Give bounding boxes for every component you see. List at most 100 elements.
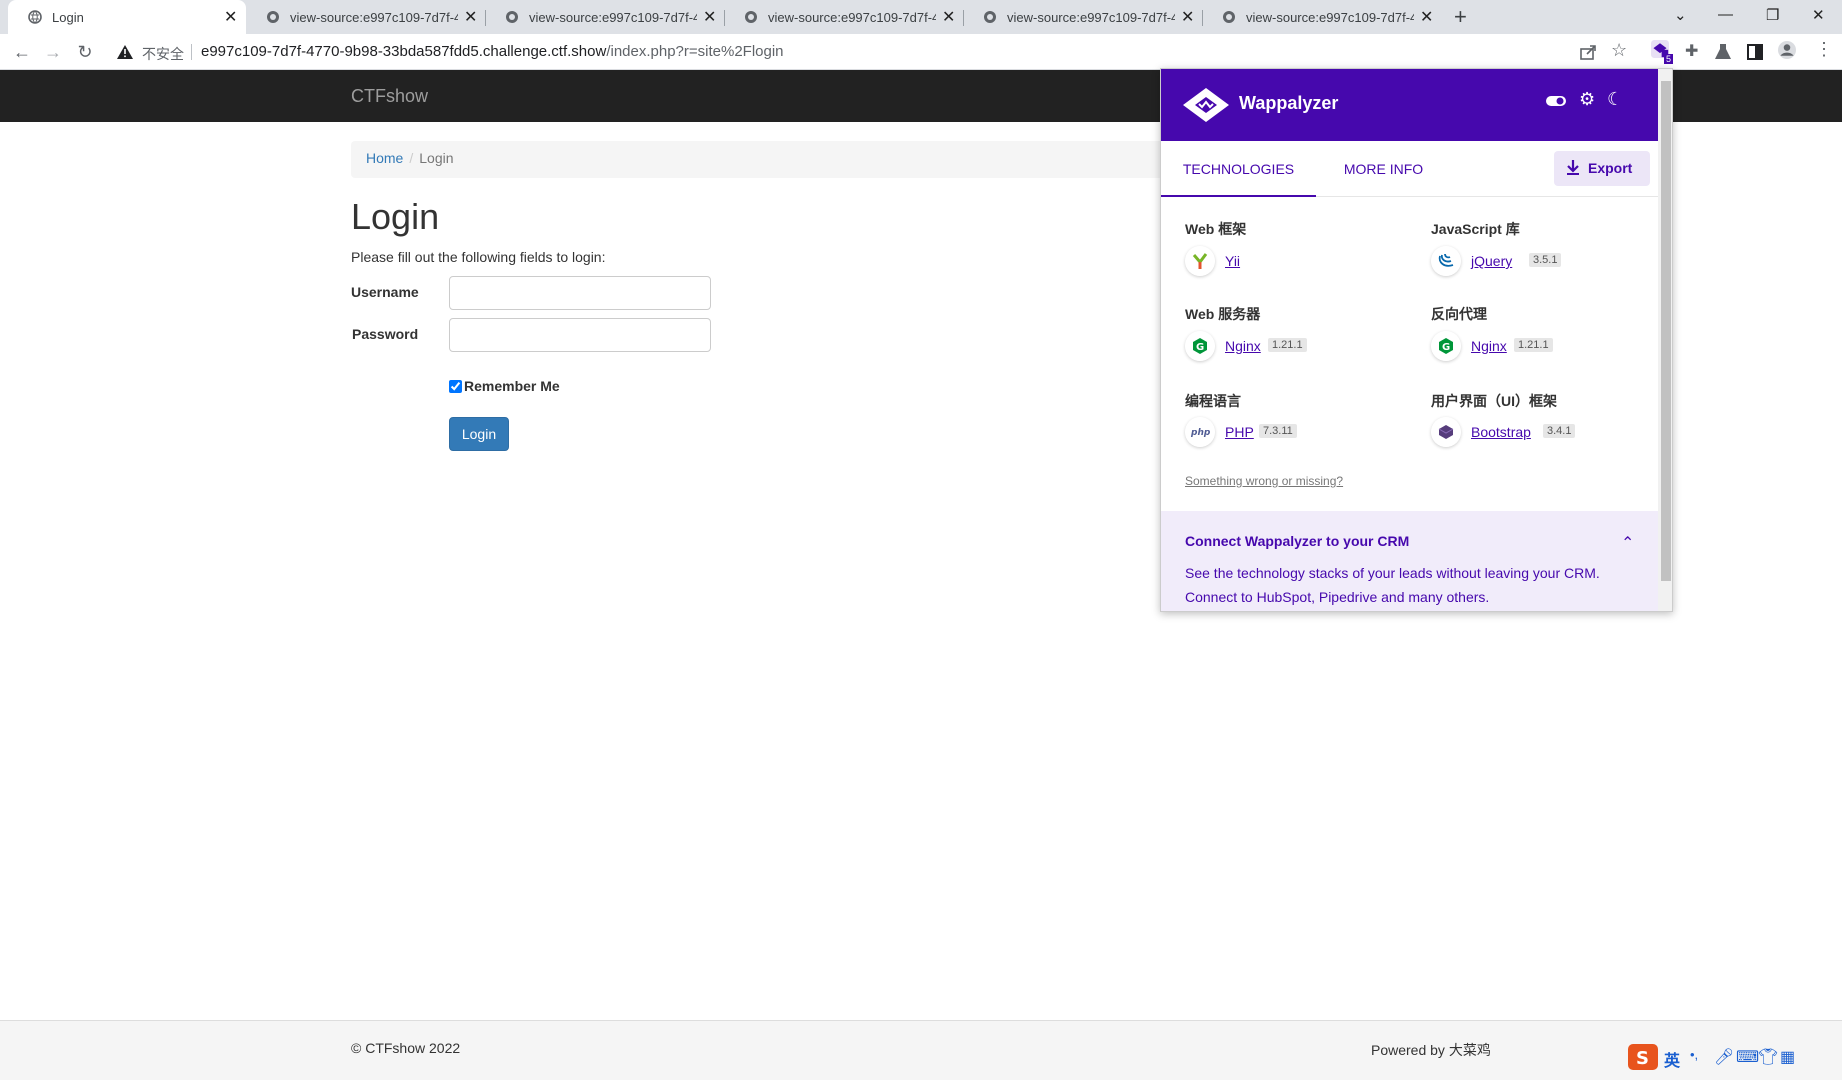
category-web-framework: Web 框架 (1185, 221, 1247, 237)
globe-icon (267, 11, 279, 23)
tech-bootstrap[interactable]: Bootstrap 3.4.1 (1431, 417, 1631, 447)
address-bar[interactable]: 不安全 e997c109-7d7f-4770-9b98-33bda587fdd5… (107, 38, 1647, 66)
password-input[interactable] (449, 318, 711, 352)
category-web-server: Web 服务器 (1185, 306, 1261, 322)
tab-login[interactable]: Login ✕ (8, 0, 246, 34)
svg-text:php: php (1190, 428, 1211, 438)
side-panel-icon[interactable] (1746, 43, 1764, 61)
profile-avatar-icon[interactable] (1778, 41, 1796, 59)
username-input[interactable] (449, 276, 711, 310)
tab-search-icon[interactable]: ⌄ (1674, 6, 1687, 24)
report-missing-link[interactable]: Something wrong or missing? (1185, 474, 1343, 488)
wappalyzer-title: Wappalyzer (1239, 93, 1339, 113)
site-brand[interactable]: CTFshow (351, 86, 428, 107)
keyboard-icon[interactable]: ⌨︎ (1736, 1047, 1759, 1067)
tab-view-source[interactable]: view-source:e997c109-7d7f-47 ✕ (724, 0, 962, 34)
url-host: e997c109-7d7f-4770-9b98-33bda587fdd5.cha… (201, 43, 607, 60)
puzzle-icon[interactable]: ✚ (1685, 41, 1703, 60)
bootstrap-icon (1431, 417, 1461, 447)
skin-icon[interactable]: 👕︎ (1758, 1047, 1778, 1067)
tech-nginx-proxy[interactable]: G Nginx 1.21.1 (1431, 331, 1631, 361)
export-label: Export (1588, 160, 1633, 176)
export-button[interactable]: Export (1554, 151, 1650, 186)
tech-name[interactable]: Bootstrap (1471, 424, 1531, 440)
wappalyzer-header: Wappalyzer ⚙ ☾ (1161, 69, 1658, 141)
close-window-button[interactable]: ✕ (1812, 6, 1825, 24)
forward-icon[interactable]: → (43, 42, 63, 62)
globe-icon (745, 11, 757, 23)
category-javascript-library: JavaScript 库 (1431, 221, 1520, 237)
tab-title: view-source:e997c109-7d7f-47 (529, 10, 697, 25)
new-tab-button[interactable]: + (1454, 4, 1467, 30)
close-icon[interactable]: ✕ (1420, 7, 1433, 27)
dark-mode-moon-icon[interactable]: ☾ (1607, 89, 1623, 110)
category-ui-framework: 用户界面（UI）框架 (1431, 393, 1557, 409)
username-label: Username (351, 284, 419, 300)
popup-scrollbar[interactable] (1658, 69, 1672, 611)
tab-view-source[interactable]: view-source:e997c109-7d7f-47 ✕ (485, 0, 723, 34)
tech-name[interactable]: jQuery (1471, 253, 1512, 269)
close-icon[interactable]: ✕ (703, 7, 716, 27)
reload-icon[interactable]: ↻ (75, 42, 95, 62)
tech-name[interactable]: PHP (1225, 424, 1254, 440)
globe-icon (28, 10, 42, 24)
nginx-icon: G (1431, 331, 1461, 361)
category-reverse-proxy: 反向代理 (1431, 306, 1487, 322)
share-icon[interactable] (1579, 43, 1597, 61)
tab-more-info[interactable]: MORE INFO (1316, 141, 1451, 197)
crm-promo-section: Connect Wappalyzer to your CRM ⌃ See the… (1161, 511, 1658, 611)
tab-view-source[interactable]: view-source:e997c109-7d7f-47 ✕ (1202, 0, 1440, 34)
php-icon: php (1185, 417, 1215, 447)
tech-version-badge: 1.21.1 (1514, 338, 1553, 352)
tab-technologies[interactable]: TECHNOLOGIES (1161, 141, 1316, 197)
login-button[interactable]: Login (449, 417, 509, 451)
back-icon[interactable]: ← (12, 42, 32, 62)
microphone-icon[interactable]: 🎤︎ (1714, 1047, 1734, 1067)
tab-title: view-source:e997c109-7d7f-47 (1246, 10, 1414, 25)
tech-nginx-server[interactable]: G Nginx 1.21.1 (1185, 331, 1385, 361)
settings-gear-icon[interactable]: ⚙ (1579, 89, 1595, 110)
bookmark-star-icon[interactable]: ☆ (1611, 40, 1629, 60)
tech-version-badge: 3.5.1 (1529, 253, 1562, 267)
toolbox-icon[interactable]: ▦ (1780, 1047, 1795, 1067)
breadcrumb-home-link[interactable]: Home (366, 150, 403, 166)
toggle-icon[interactable] (1546, 94, 1566, 108)
tech-php[interactable]: php PHP 7.3.11 (1185, 417, 1385, 447)
wappalyzer-popup: Wappalyzer ⚙ ☾ TECHNOLOGIES MORE INFO Ex… (1160, 68, 1673, 612)
tech-name[interactable]: Yii (1225, 253, 1240, 269)
url-text: e997c109-7d7f-4770-9b98-33bda587fdd5.cha… (201, 43, 784, 60)
restore-button[interactable]: ❐ (1766, 6, 1779, 24)
tab-title: view-source:e997c109-7d7f-47 (1007, 10, 1175, 25)
copyright-text: © CTFshow 2022 (351, 1040, 461, 1056)
remember-me-checkbox[interactable] (449, 380, 462, 393)
remember-me-row[interactable]: Remember Me (449, 378, 560, 394)
close-icon[interactable]: ✕ (464, 7, 477, 27)
tech-yii[interactable]: Yii (1185, 246, 1385, 276)
close-icon[interactable]: ✕ (224, 7, 237, 27)
close-icon[interactable]: ✕ (1181, 7, 1194, 27)
nginx-icon: G (1185, 331, 1215, 361)
site-footer: © CTFshow 2022 Powered by 大菜鸡 (0, 1020, 1842, 1080)
category-programming-language: 编程语言 (1185, 393, 1241, 409)
chevron-up-icon[interactable]: ⌃ (1621, 533, 1634, 553)
tech-jquery[interactable]: jQuery 3.5.1 (1431, 246, 1631, 276)
scrollbar-thumb[interactable] (1661, 81, 1671, 581)
crm-title[interactable]: Connect Wappalyzer to your CRM (1185, 533, 1409, 549)
tab-view-source[interactable]: view-source:e997c109-7d7f-47 ✕ (246, 0, 484, 34)
ime-punctuation[interactable]: •, (1690, 1047, 1698, 1062)
tech-name[interactable]: Nginx (1471, 338, 1507, 354)
tech-name[interactable]: Nginx (1225, 338, 1261, 354)
minimize-button[interactable]: — (1718, 6, 1733, 23)
more-menu-icon[interactable]: ⋮ (1815, 39, 1833, 59)
sogou-logo-icon[interactable]: S (1628, 1044, 1658, 1070)
svg-text:G: G (1442, 342, 1450, 353)
globe-icon (984, 11, 996, 23)
warning-icon (117, 45, 133, 59)
flask-icon[interactable] (1714, 43, 1732, 61)
tab-view-source[interactable]: view-source:e997c109-7d7f-47 ✕ (963, 0, 1201, 34)
globe-icon (1223, 11, 1235, 23)
close-icon[interactable]: ✕ (942, 7, 955, 27)
security-label: 不安全 (142, 46, 184, 62)
ime-language[interactable]: 英 (1664, 1047, 1680, 1071)
crm-description: See the technology stacks of your leads … (1185, 565, 1600, 605)
